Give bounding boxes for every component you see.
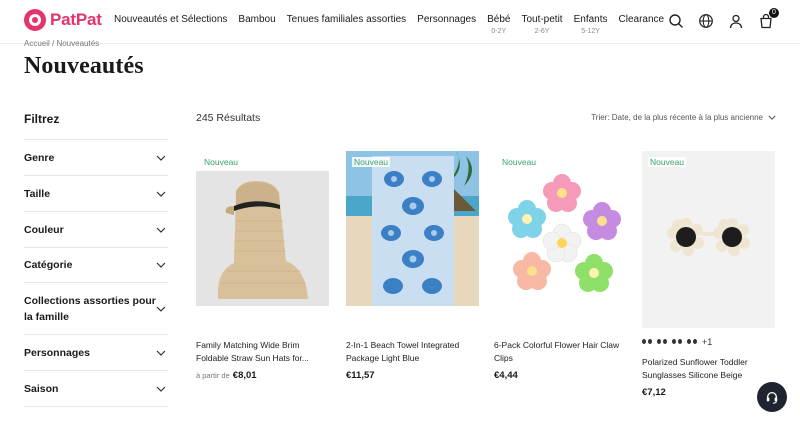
color-swatches: +1 — [642, 336, 775, 348]
new-badge: Nouveau — [352, 157, 391, 167]
new-badge: Nouveau — [202, 157, 241, 167]
product-card[interactable]: Nouveau +1 Polarized Sunflower Toddler S… — [642, 151, 775, 398]
product-name[interactable]: Family Matching Wide Brim Foldable Straw… — [196, 339, 329, 365]
customer-support-button[interactable] — [757, 382, 787, 412]
product-price: €7,12 — [642, 387, 666, 398]
patpat-logo[interactable]: PatPat — [24, 9, 102, 31]
product-price-row: €4,44 — [494, 370, 627, 381]
swatch-beige[interactable] — [642, 339, 652, 345]
chevron-down-icon — [156, 227, 166, 233]
main-nav: Nouveautés et Sélections Bambou Tenues f… — [114, 14, 675, 35]
logo-text: PatPat — [50, 10, 102, 29]
product-card[interactable]: Nouveau 2-In-1 Beach Towel Integrated Pa… — [346, 151, 479, 381]
sort-dropdown[interactable]: Trier: Date, de la plus récente à la plu… — [591, 113, 776, 122]
globe-icon[interactable] — [698, 13, 714, 29]
filter-personnages[interactable]: Personnages — [24, 335, 168, 371]
swatch-yellow[interactable] — [672, 339, 682, 345]
filter-categorie[interactable]: Catégorie — [24, 248, 168, 283]
product-name[interactable]: 2-In-1 Beach Towel Integrated Package Li… — [346, 339, 479, 365]
product-image[interactable]: Nouveau — [494, 151, 627, 306]
filter-collections-assorties[interactable]: Collections assorties pour la famille — [24, 283, 168, 335]
page-title: Nouveautés — [24, 53, 144, 79]
product-price-row: à partir de €8,01 — [196, 370, 329, 381]
filter-label: Saison — [24, 382, 59, 395]
filter-couleur[interactable]: Couleur — [24, 212, 168, 248]
product-price-row: €7,12 — [642, 387, 775, 398]
product-price-row: €11,57 — [346, 370, 479, 381]
filter-sidebar: Filtrez Genre Taille Couleur Catégorie C… — [24, 112, 168, 407]
chevron-down-icon — [156, 191, 166, 197]
product-name[interactable]: 6-Pack Colorful Flower Hair Claw Clips — [494, 339, 627, 365]
sort-label: Trier: Date, de la plus récente à la plu… — [591, 113, 763, 122]
swatch-pink[interactable] — [657, 339, 667, 345]
filter-label: Catégorie — [24, 259, 73, 271]
nav-item-nouveautes[interactable]: Nouveautés et Sélections — [114, 14, 227, 35]
chevron-down-icon — [156, 306, 166, 312]
new-badge: Nouveau — [648, 157, 687, 167]
filter-label: Genre — [24, 151, 55, 164]
filter-title: Filtrez — [24, 112, 168, 140]
product-price: €8,01 — [232, 370, 257, 381]
breadcrumb[interactable]: Accueil / Nouveautés — [24, 39, 99, 48]
nav-item-clearance[interactable]: Clearance — [619, 14, 665, 35]
cart-icon[interactable]: 0 — [758, 8, 779, 29]
cart-count-badge: 0 — [769, 8, 779, 18]
product-image[interactable]: Nouveau — [346, 151, 479, 306]
nav-item-tenues-familiales[interactable]: Tenues familiales assorties — [287, 14, 407, 35]
flower-clips-image — [508, 174, 621, 292]
product-card[interactable]: Nouveau 6-Pack Colorful Flower Hair Claw… — [494, 151, 627, 381]
product-name[interactable]: Polarized Sunflower Toddler Sunglasses S… — [642, 356, 775, 382]
chevron-down-icon — [156, 386, 166, 392]
product-image[interactable]: Nouveau — [196, 151, 329, 306]
filter-saison[interactable]: Saison — [24, 371, 168, 407]
swatch-blue[interactable] — [687, 339, 697, 345]
filter-label: Taille — [24, 187, 51, 200]
header-actions: 0 — [668, 8, 779, 29]
product-card[interactable]: Nouveau Family Matching Wide Brim Foldab… — [196, 151, 329, 381]
user-icon[interactable] — [728, 13, 744, 29]
beach-towel-image — [346, 151, 479, 306]
chevron-down-icon — [156, 155, 166, 161]
straw-hat-image — [196, 171, 329, 306]
price-prefix: à partir de — [196, 371, 230, 380]
nav-item-personnages[interactable]: Personnages — [417, 14, 476, 35]
chevron-down-icon — [768, 115, 776, 120]
sunglasses-image — [667, 218, 750, 256]
filter-label: Couleur — [24, 223, 64, 236]
filter-genre[interactable]: Genre — [24, 140, 168, 176]
product-price: €11,57 — [346, 370, 375, 381]
results-count: 245 Résultats — [196, 112, 261, 124]
nav-item-tout-petit[interactable]: Tout-petit 2-6Y — [521, 14, 562, 35]
nav-item-bebe[interactable]: Bébé 0-2Y — [487, 14, 510, 35]
headset-icon — [766, 391, 778, 404]
nav-item-enfants[interactable]: Enfants 5-12Y — [574, 14, 608, 35]
filter-label: Personnages — [24, 346, 90, 359]
chevron-down-icon — [156, 262, 166, 268]
more-colors[interactable]: +1 — [702, 337, 712, 347]
filter-taille[interactable]: Taille — [24, 176, 168, 212]
product-price: €4,44 — [494, 370, 518, 381]
search-icon[interactable] — [668, 13, 684, 29]
product-image[interactable]: Nouveau — [642, 151, 775, 328]
nav-item-bambou[interactable]: Bambou — [238, 14, 275, 35]
new-badge: Nouveau — [500, 157, 539, 167]
chevron-down-icon — [156, 350, 166, 356]
logo-icon — [24, 9, 46, 31]
site-header: PatPat Nouveautés et Sélections Bambou T… — [0, 0, 800, 44]
filter-label: Collections assorties pour la famille — [24, 294, 156, 323]
